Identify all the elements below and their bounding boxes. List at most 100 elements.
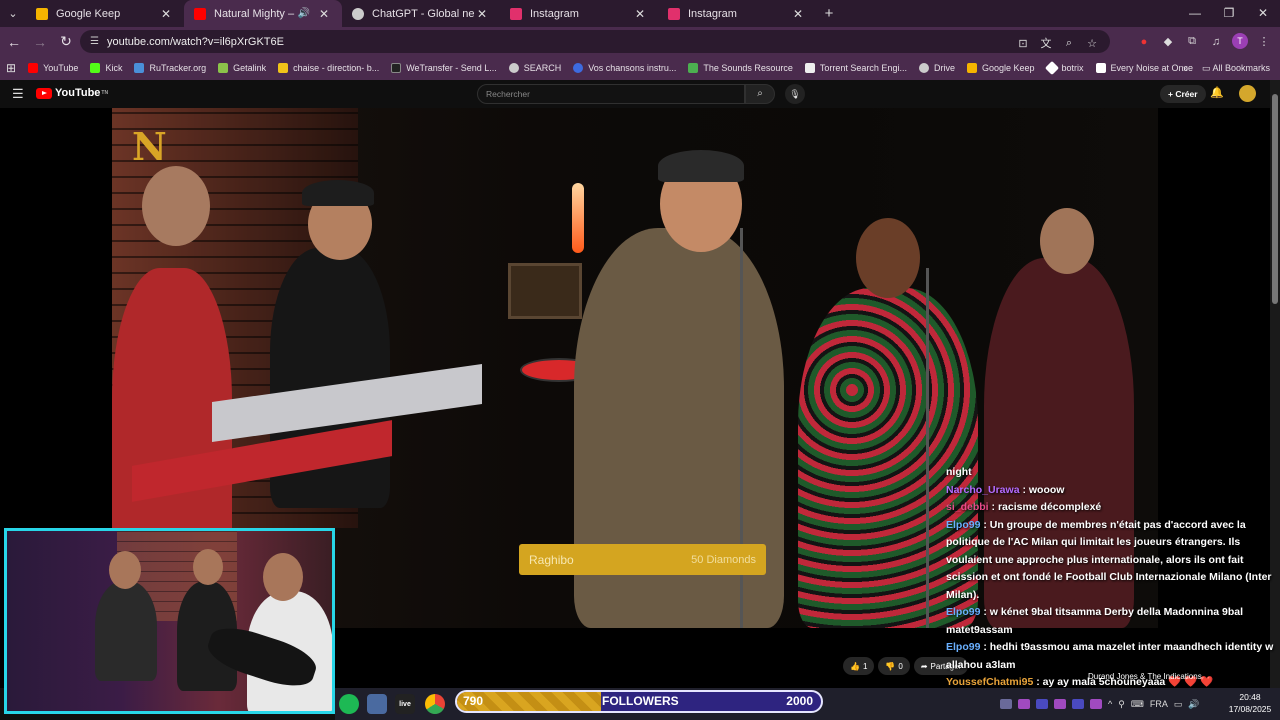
spotify-icon[interactable] xyxy=(339,694,359,714)
clock[interactable]: 20:48 17/08/2025 xyxy=(1226,691,1274,715)
bookmark-search[interactable]: SEARCH xyxy=(508,63,561,73)
close-icon[interactable]: ✕ xyxy=(316,7,332,21)
tab-search-icon[interactable]: ⌄ xyxy=(0,0,26,27)
extensions-puzzle-icon[interactable]: ⧉ xyxy=(1180,30,1204,53)
youtube-icon xyxy=(194,7,206,20)
tab-instagram-1[interactable]: Instagram ✕ xyxy=(500,0,658,27)
microphone-icon[interactable]: 🎙 xyxy=(785,84,805,104)
followers-current: 790 xyxy=(463,694,484,708)
tab-title: ChatGPT - Global news list xyxy=(372,7,474,20)
close-window-icon[interactable]: ✕ xyxy=(1246,0,1280,27)
restore-icon[interactable]: ❐ xyxy=(1212,0,1246,27)
thumbs-down-icon: 👎 xyxy=(885,661,896,671)
apps-grid-icon[interactable]: ⊞ xyxy=(6,61,16,75)
translate-icon[interactable]: 文 xyxy=(1036,34,1056,52)
scrollbar-thumb[interactable] xyxy=(1272,94,1278,304)
new-tab-button[interactable]: + xyxy=(816,0,842,27)
chrome-icon[interactable] xyxy=(425,694,445,714)
forward-icon[interactable]: → xyxy=(28,34,52,50)
guitarist-right-head xyxy=(1040,208,1094,274)
tab-title: Google Keep xyxy=(56,7,121,20)
media-control-icon[interactable]: ♫ xyxy=(1204,30,1228,53)
cap xyxy=(658,150,744,182)
zoom-icon[interactable]: ⌕ xyxy=(1059,34,1079,52)
bookmark-star-icon[interactable]: ☆ xyxy=(1082,34,1102,52)
tab-title: Natural Mighty – Humanity xyxy=(214,7,298,20)
streamer-middle-head xyxy=(193,549,223,585)
tray-app-icon[interactable] xyxy=(1036,699,1048,709)
bookmark-kick[interactable]: Kick xyxy=(90,63,122,73)
bookmark-botrix[interactable]: botrix xyxy=(1044,60,1084,76)
close-icon[interactable]: ✕ xyxy=(632,7,648,21)
tray-app-icon[interactable] xyxy=(1054,699,1066,709)
tray-app-icon[interactable] xyxy=(1018,699,1030,709)
like-button[interactable]: 👍 1 xyxy=(843,657,875,675)
back-icon[interactable]: ← xyxy=(2,34,26,50)
network-icon[interactable]: ▭ xyxy=(1174,699,1183,710)
tab-instagram-2[interactable]: Instagram ✕ xyxy=(658,0,816,27)
bookmark-every-noise[interactable]: Every Noise at Once xyxy=(1095,63,1193,73)
notifications-bell-icon[interactable]: 🔔 xyxy=(1210,86,1224,99)
install-icon[interactable]: ⊡ xyxy=(1013,34,1033,52)
bookmark-torrent-search[interactable]: Torrent Search Engi... xyxy=(804,63,907,73)
minimize-icon[interactable]: — xyxy=(1178,0,1212,27)
tray-app-icon[interactable] xyxy=(1090,699,1102,709)
keyboard-icon[interactable]: ⌨ xyxy=(1131,699,1144,710)
dislike-button[interactable]: 👎 0 xyxy=(878,657,910,675)
reload-icon[interactable]: ↻ xyxy=(54,33,78,50)
bookmark-getalink[interactable]: Getalink xyxy=(218,63,266,73)
tab-chatgpt[interactable]: ChatGPT - Global news list ✕ xyxy=(342,0,500,27)
instagram-icon xyxy=(668,7,680,20)
profile-avatar[interactable]: T xyxy=(1232,33,1248,49)
wetransfer-icon xyxy=(391,63,402,73)
share-icon: ➦ xyxy=(920,661,928,671)
cap xyxy=(302,180,374,206)
tray-chevron-icon[interactable]: ^ xyxy=(1108,699,1112,709)
youtube-logo[interactable]: YouTube TN xyxy=(36,87,108,99)
bookmark-youtube[interactable]: YouTube xyxy=(28,63,78,73)
speaker-icon[interactable]: 🔊 xyxy=(298,8,310,19)
bookmarks-overflow-icon[interactable]: » xyxy=(1183,63,1188,73)
all-bookmarks-button[interactable]: ▭ All Bookmarks xyxy=(1202,63,1270,74)
extension-diamond-icon[interactable]: ◆ xyxy=(1156,30,1180,53)
adblock-icon[interactable]: ● xyxy=(1132,30,1156,53)
close-icon[interactable]: ✕ xyxy=(790,7,806,21)
bookmark-chansons[interactable]: Vos chansons instru... xyxy=(573,63,676,73)
channel-logo-icon: N xyxy=(132,124,167,169)
followers-goal-bar: 790 FOLLOWERS 2000 xyxy=(455,690,823,713)
create-button[interactable]: + Créer xyxy=(1160,85,1206,103)
user-avatar[interactable] xyxy=(1239,85,1256,102)
screen: ⌄ Google Keep ✕ Natural Mighty – Humanit… xyxy=(0,0,1280,720)
usb-icon[interactable]: ⚲ xyxy=(1118,699,1125,710)
language-indicator[interactable]: FRA xyxy=(1150,699,1168,709)
close-icon[interactable]: ✕ xyxy=(474,7,490,21)
tray-app-icon[interactable] xyxy=(1000,699,1012,709)
bookmark-sounds-resource[interactable]: The Sounds Resource xyxy=(688,63,793,73)
site-info-icon[interactable]: ☰ xyxy=(90,36,99,47)
window-controls: — ❐ ✕ xyxy=(1178,0,1280,27)
bookmark-rutracker[interactable]: RuTracker.org xyxy=(134,63,206,73)
bookmark-google-keep[interactable]: Google Keep xyxy=(966,63,1035,73)
bookmark-wetransfer[interactable]: WeTransfer - Send L... xyxy=(391,63,497,73)
getalink-icon xyxy=(218,63,229,73)
bookmark-chaise[interactable]: chaise - direction- b... xyxy=(278,63,379,73)
address-bar[interactable]: ☰ youtube.com/watch?v=il6pXrGKT6E ⊡ 文 ⌕ … xyxy=(80,30,1110,53)
tab-youtube-video[interactable]: Natural Mighty – Humanity 🔊 ✕ xyxy=(184,0,342,27)
globe-icon xyxy=(573,63,584,73)
youtube-search-input[interactable]: Rechercher xyxy=(477,84,745,104)
menu-kebab-icon[interactable]: ⋮ xyxy=(1252,30,1276,53)
youtube-icon xyxy=(28,63,39,73)
tray-app-icon[interactable] xyxy=(1072,699,1084,709)
search-icon[interactable]: ⌕ xyxy=(745,84,775,104)
url-text: youtube.com/watch?v=il6pXrGKT6E xyxy=(106,35,284,48)
tab-google-keep[interactable]: Google Keep ✕ xyxy=(26,0,184,27)
close-icon[interactable]: ✕ xyxy=(158,7,174,21)
donation-alert: Raghibo 50 Diamonds xyxy=(519,544,766,575)
browser-toolbar: ← → ↻ ☰ youtube.com/watch?v=il6pXrGKT6E … xyxy=(0,27,1280,56)
volume-icon[interactable]: 🔊 xyxy=(1188,699,1199,710)
photos-icon[interactable] xyxy=(367,694,387,714)
mic-stand xyxy=(926,268,929,628)
bookmark-drive[interactable]: Drive xyxy=(918,63,955,73)
hamburger-menu-icon[interactable]: ☰ xyxy=(12,86,24,102)
live-app-icon[interactable]: live xyxy=(395,694,415,714)
